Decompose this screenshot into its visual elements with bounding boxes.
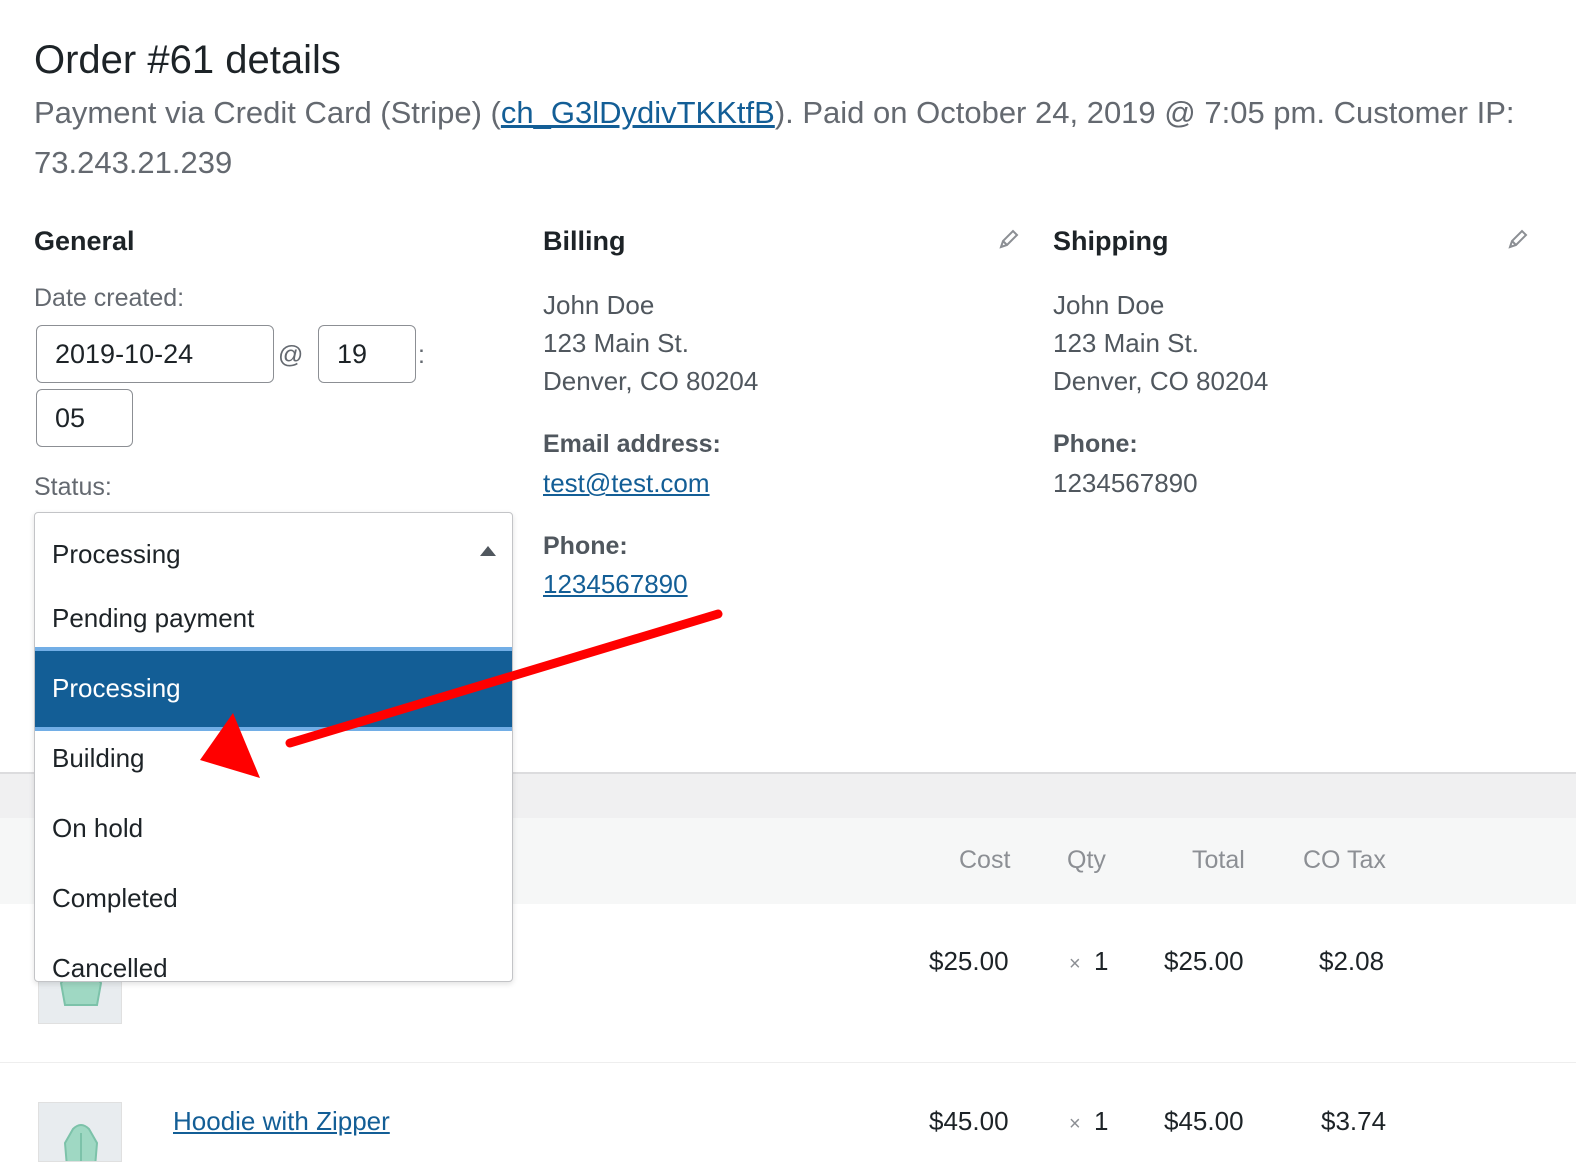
annotation-arrow-icon xyxy=(200,609,723,778)
